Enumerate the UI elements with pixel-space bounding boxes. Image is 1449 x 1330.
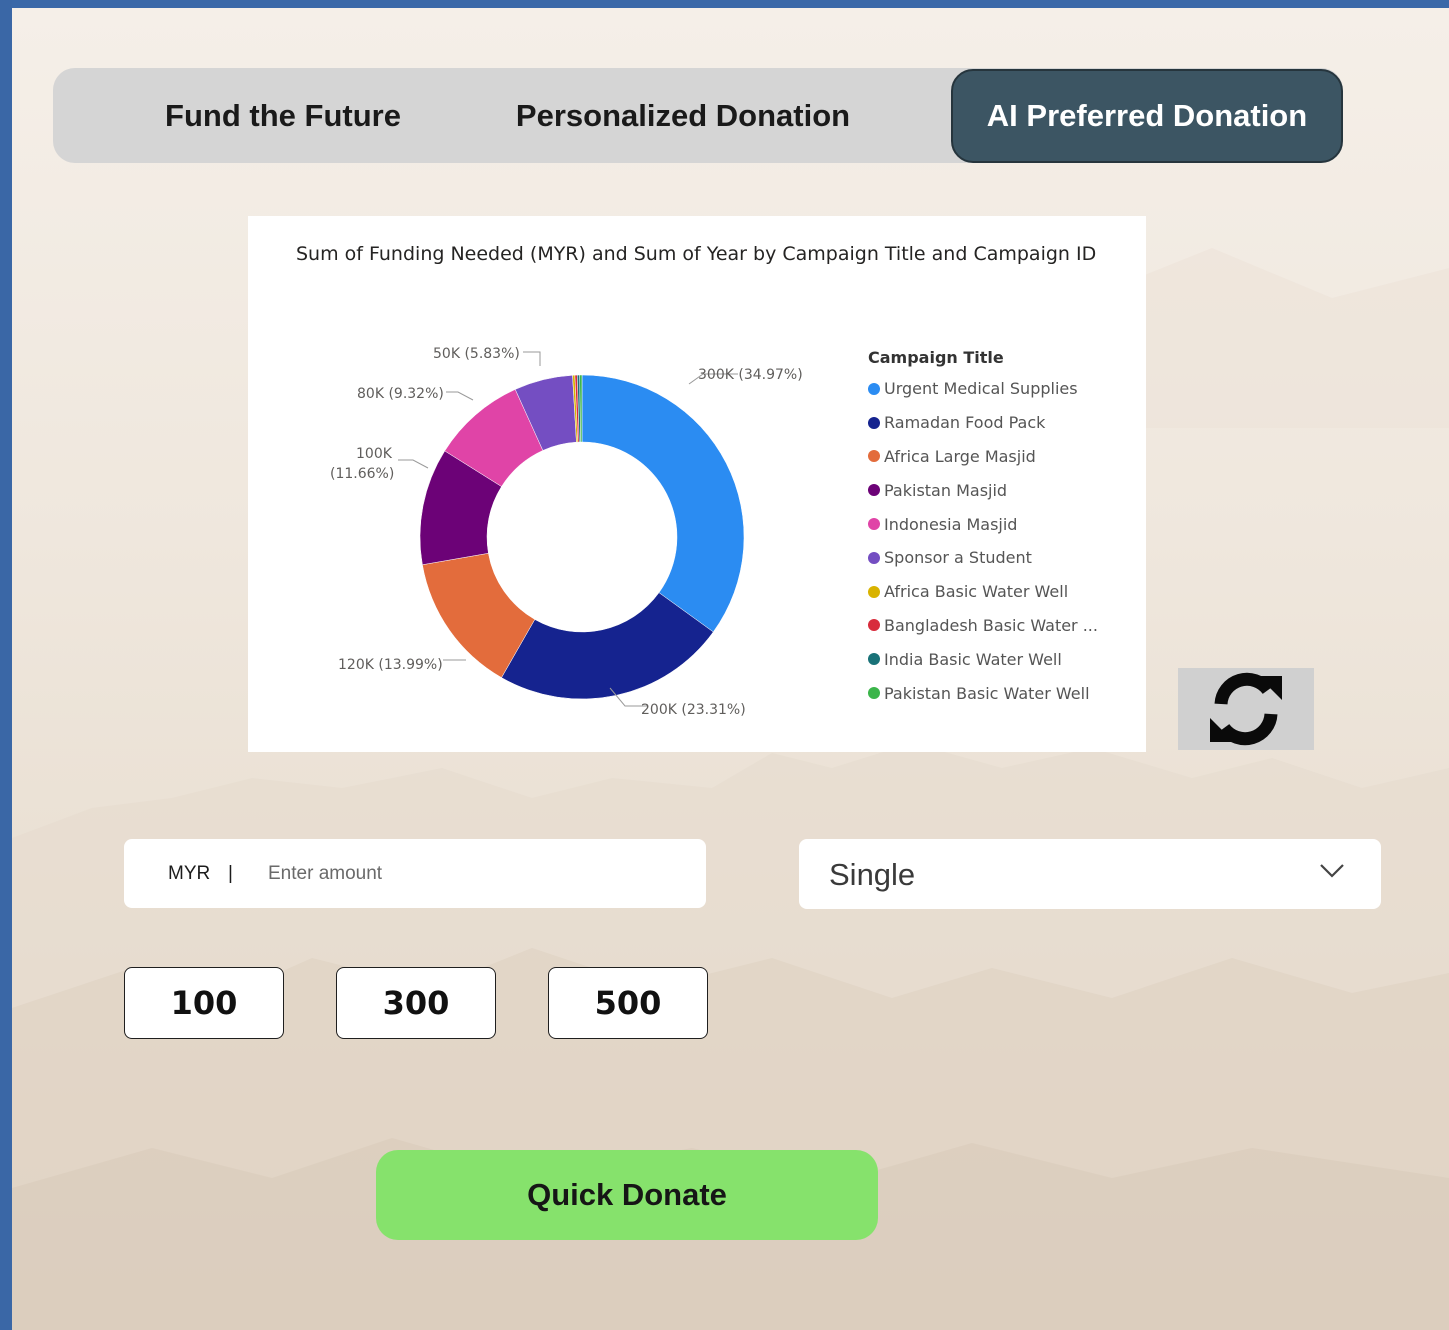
data-label-100k-pct: (11.66%) <box>330 466 394 482</box>
leader-line-50k <box>523 351 541 366</box>
legend-item[interactable]: Africa Large Masjid <box>868 440 1098 474</box>
data-label-100k: 100K <box>356 446 393 462</box>
legend-item[interactable]: Africa Basic Water Well <box>868 575 1098 609</box>
amount-input[interactable] <box>266 855 670 893</box>
legend-label: Pakistan Basic Water Well <box>884 683 1090 703</box>
page-canvas: Fund the Future Personalized Donation AI… <box>12 8 1449 1330</box>
chart-legend: Campaign Title Urgent Medical Supplies Ra… <box>868 348 1098 710</box>
window-top-strip <box>0 0 1449 8</box>
data-label-50k: 50K (5.83%) <box>433 346 520 362</box>
tab-ai-preferred-donation[interactable]: AI Preferred Donation <box>951 69 1343 163</box>
legend-dot <box>868 687 880 700</box>
preset-amount-300-button[interactable]: 300 <box>336 967 496 1039</box>
leader-line-80k <box>446 391 474 401</box>
tab-fund-the-future[interactable]: Fund the Future <box>113 68 453 163</box>
legend-dot <box>868 619 880 632</box>
legend-item[interactable]: Bangladesh Basic Water ... <box>868 609 1098 643</box>
legend-label: Pakistan Masjid <box>884 480 1008 500</box>
legend-item[interactable]: Pakistan Masjid <box>868 473 1098 507</box>
window-left-strip <box>0 0 12 1330</box>
legend-dot <box>868 653 880 666</box>
frequency-value: Single <box>829 857 916 892</box>
data-label-300k: 300K (34.97%) <box>698 367 803 383</box>
legend-label: Ramadan Food Pack <box>884 413 1046 433</box>
legend-dot <box>868 382 880 395</box>
legend-dot <box>868 416 880 429</box>
refresh-button[interactable] <box>1178 668 1314 750</box>
legend-dot <box>868 450 880 463</box>
preset-amount-500-button[interactable]: 500 <box>548 967 708 1039</box>
data-label-80k: 80K (9.32%) <box>357 386 444 402</box>
legend-dot <box>868 484 880 497</box>
amount-field[interactable]: MYR | <box>124 839 706 908</box>
legend-dot <box>868 585 880 598</box>
legend-item[interactable]: Urgent Medical Supplies <box>868 372 1098 406</box>
legend-label: Indonesia Masjid <box>884 514 1018 534</box>
tab-personalized-donation[interactable]: Personalized Donation <box>483 68 883 163</box>
currency-separator: | <box>228 863 233 884</box>
legend-label: Bangladesh Basic Water ... <box>884 615 1098 635</box>
legend-label: Urgent Medical Supplies <box>884 379 1078 399</box>
legend-label: Africa Large Masjid <box>884 446 1036 466</box>
quick-donate-button[interactable]: Quick Donate <box>376 1150 878 1240</box>
legend-item[interactable]: Indonesia Masjid <box>868 507 1098 541</box>
refresh-icon <box>1210 672 1282 746</box>
legend-title: Campaign Title <box>868 348 1004 367</box>
legend-item[interactable]: India Basic Water Well <box>868 642 1098 676</box>
currency-label: MYR <box>168 863 211 884</box>
leader-line-100k <box>398 459 429 469</box>
chart-card: Sum of Funding Needed (MYR) and Sum of Y… <box>248 216 1146 752</box>
data-label-200k: 200K (23.31%) <box>641 702 746 718</box>
donut-slices <box>419 374 745 700</box>
legend-label: India Basic Water Well <box>884 649 1062 669</box>
legend-dot <box>868 551 880 564</box>
tab-bar: Fund the Future Personalized Donation AI… <box>53 68 1343 163</box>
legend-item[interactable]: Sponsor a Student <box>868 541 1098 575</box>
legend-label: Africa Basic Water Well <box>884 582 1069 602</box>
legend-label: Sponsor a Student <box>884 548 1032 568</box>
legend-dot <box>868 518 880 531</box>
legend-items: Urgent Medical Supplies Ramadan Food Pack… <box>868 372 1098 710</box>
preset-amount-100-button[interactable]: 100 <box>124 967 284 1039</box>
legend-item[interactable]: Pakistan Basic Water Well <box>868 676 1098 710</box>
frequency-select[interactable]: Single <box>799 839 1381 909</box>
chevron-down-icon <box>1320 864 1344 878</box>
legend-item[interactable]: Ramadan Food Pack <box>868 406 1098 440</box>
data-label-120k: 120K (13.99%) <box>338 657 443 673</box>
donut-slice-urgent-medical-supplies[interactable] <box>581 374 745 633</box>
